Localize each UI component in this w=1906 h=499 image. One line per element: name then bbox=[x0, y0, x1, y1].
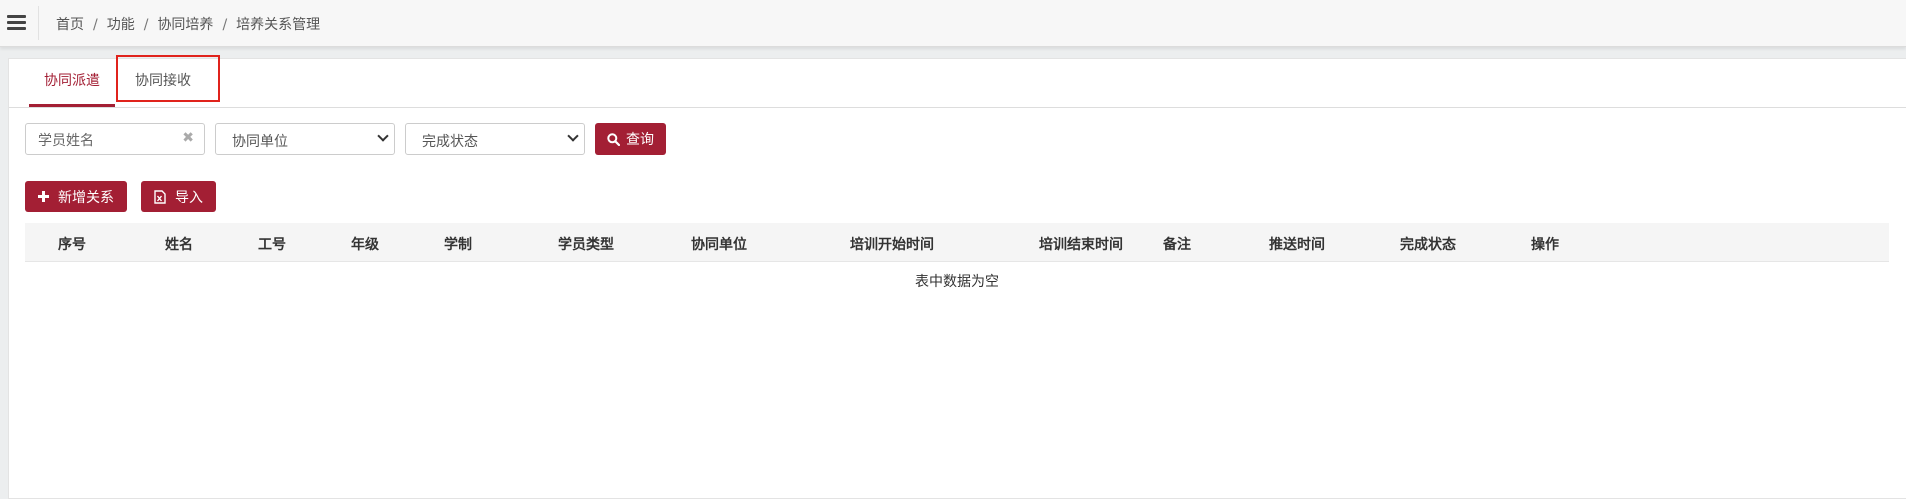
column-header-completion-status[interactable]: 完成状态 bbox=[1400, 234, 1456, 254]
tab-bar: 协同派遣 协同接收 bbox=[9, 55, 1906, 108]
import-button[interactable]: 导入 bbox=[141, 181, 216, 212]
hamburger-menu-icon[interactable] bbox=[7, 15, 26, 31]
chevron-down-icon bbox=[567, 130, 579, 142]
column-header-program-length[interactable]: 学制 bbox=[444, 234, 472, 254]
student-name-input[interactable] bbox=[36, 130, 180, 152]
column-header-training-end[interactable]: 培训结束时间 bbox=[1039, 234, 1123, 254]
column-header-training-start[interactable]: 培训开始时间 bbox=[850, 234, 934, 254]
main-card: 协同派遣 协同接收 ✖ 协同单位 完成状态 查询 新增关系 导入 序号 姓名 工 bbox=[8, 55, 1906, 499]
add-relation-label: 新增关系 bbox=[58, 189, 114, 206]
unit-select-value: 协同单位 bbox=[232, 134, 288, 150]
unit-select[interactable]: 协同单位 bbox=[215, 123, 395, 155]
column-header-name[interactable]: 姓名 bbox=[165, 234, 193, 254]
plus-icon bbox=[38, 191, 49, 202]
breadcrumb-current-page: 培养关系管理 bbox=[236, 17, 321, 33]
breadcrumb-collaborative-training[interactable]: 协同培养 bbox=[157, 17, 213, 33]
search-button[interactable]: 查询 bbox=[595, 123, 666, 155]
column-header-actions: 操作 bbox=[1531, 237, 1559, 253]
column-header-push-time[interactable]: 推送时间 bbox=[1269, 234, 1325, 254]
tab-receive[interactable]: 协同接收 bbox=[115, 59, 211, 107]
column-header-employee-id[interactable]: 工号 bbox=[258, 234, 286, 254]
search-button-label: 查询 bbox=[626, 132, 654, 148]
breadcrumb-function[interactable]: 功能 bbox=[107, 17, 135, 33]
column-header-student-type[interactable]: 学员类型 bbox=[558, 234, 614, 254]
column-header-index[interactable]: 序号 bbox=[58, 234, 86, 254]
top-bar: 首页 / 功能 / 协同培养 / 培养关系管理 bbox=[0, 0, 1906, 47]
breadcrumb-separator: / bbox=[222, 17, 228, 33]
table-header: 序号 姓名 工号 年级 学制 学员类型 协同单位 培训开始时间 培训结束时间 备… bbox=[25, 223, 1889, 262]
student-name-field[interactable]: ✖ bbox=[25, 123, 205, 155]
column-header-partner-unit[interactable]: 协同单位 bbox=[691, 234, 747, 254]
breadcrumb-separator: / bbox=[143, 17, 149, 33]
chevron-down-icon bbox=[377, 130, 389, 142]
import-label: 导入 bbox=[175, 189, 203, 206]
breadcrumb: 首页 / 功能 / 协同培养 / 培养关系管理 bbox=[56, 14, 320, 34]
status-select-value: 完成状态 bbox=[422, 134, 478, 150]
breadcrumb-separator: / bbox=[93, 17, 98, 33]
column-header-remarks[interactable]: 备注 bbox=[1163, 234, 1191, 254]
search-icon bbox=[607, 132, 620, 146]
close-icon[interactable]: ✖ bbox=[182, 130, 194, 146]
divider bbox=[38, 6, 39, 40]
add-relation-button[interactable]: 新增关系 bbox=[25, 181, 127, 212]
breadcrumb-home[interactable]: 首页 bbox=[56, 17, 84, 33]
column-header-grade[interactable]: 年级 bbox=[351, 234, 379, 254]
tab-dispatch[interactable]: 协同派遣 bbox=[29, 59, 115, 107]
empty-table-message: 表中数据为空 bbox=[915, 274, 999, 290]
status-select[interactable]: 完成状态 bbox=[405, 123, 585, 155]
excel-file-icon bbox=[154, 189, 166, 204]
